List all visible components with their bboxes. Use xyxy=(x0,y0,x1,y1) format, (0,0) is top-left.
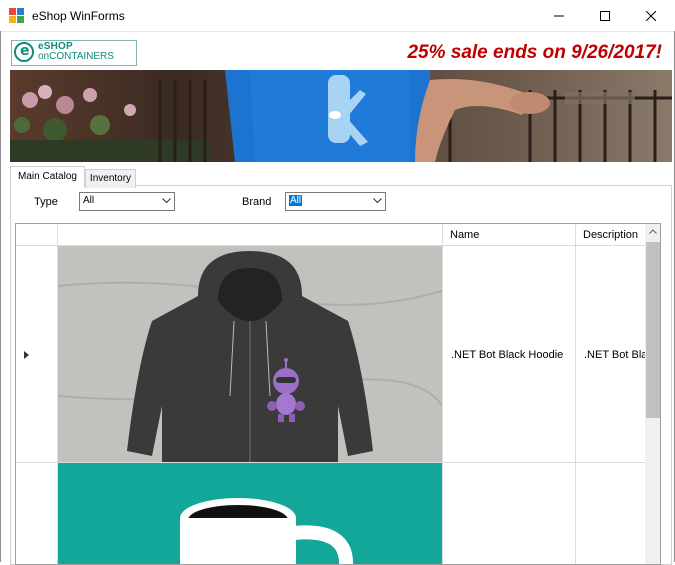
column-header-image[interactable] xyxy=(58,224,443,246)
vertical-scrollbar[interactable] xyxy=(645,224,660,564)
chevron-down-icon xyxy=(162,198,171,204)
table-row[interactable] xyxy=(16,463,645,564)
logo-e-icon: e xyxy=(14,42,34,62)
eshop-logo: e eSHOP onCONTAINERS xyxy=(11,40,137,66)
logo-line2: onCONTAINERS xyxy=(38,51,114,62)
maximize-icon xyxy=(600,10,610,21)
type-label: Type xyxy=(34,196,58,208)
column-header-description-label: Description xyxy=(583,229,639,241)
current-row-icon xyxy=(24,351,29,359)
column-header-description[interactable]: Description xyxy=(576,224,646,246)
close-icon xyxy=(646,10,656,21)
column-header-name-label: Name xyxy=(450,229,480,241)
column-header-name[interactable]: Name xyxy=(443,224,576,246)
mug-product-image xyxy=(58,463,442,564)
brand-label: Brand xyxy=(242,196,272,208)
catalog-grid[interactable]: Name Description .NET Bot Black Hoodie .… xyxy=(15,223,661,565)
minimize-button[interactable] xyxy=(536,0,582,31)
scrollbar-thumb[interactable] xyxy=(646,242,660,418)
scroll-up-icon[interactable] xyxy=(649,229,657,234)
title-bar[interactable]: eShop WinForms xyxy=(0,0,675,32)
product-description: .NET Bot Bla xyxy=(584,349,645,361)
type-select[interactable]: All xyxy=(79,192,175,211)
table-row[interactable]: .NET Bot Black Hoodie .NET Bot Bla xyxy=(16,246,645,462)
hoodie-product-image xyxy=(58,246,442,462)
tab-main-catalog[interactable]: Main Catalog xyxy=(10,166,85,187)
banner-image xyxy=(10,70,672,162)
window-title: eShop WinForms xyxy=(32,9,125,23)
window-frame-left xyxy=(0,31,1,562)
tab-main-catalog-label: Main Catalog xyxy=(18,171,77,182)
app-icon[interactable] xyxy=(9,8,25,24)
tab-inventory-label: Inventory xyxy=(89,173,132,184)
sale-banner-text: 25% sale ends on 9/26/2017! xyxy=(407,42,662,63)
brand-select-value: All xyxy=(289,195,303,206)
close-button[interactable] xyxy=(628,0,674,31)
minimize-icon xyxy=(554,15,564,16)
type-select-value: All xyxy=(83,195,95,206)
maximize-button[interactable] xyxy=(582,0,628,31)
brand-select[interactable]: All xyxy=(285,192,386,211)
row-header-column xyxy=(16,224,58,246)
tab-inventory[interactable]: Inventory xyxy=(85,169,136,188)
chevron-down-icon xyxy=(373,198,382,204)
product-name: .NET Bot Black Hoodie xyxy=(451,349,564,361)
